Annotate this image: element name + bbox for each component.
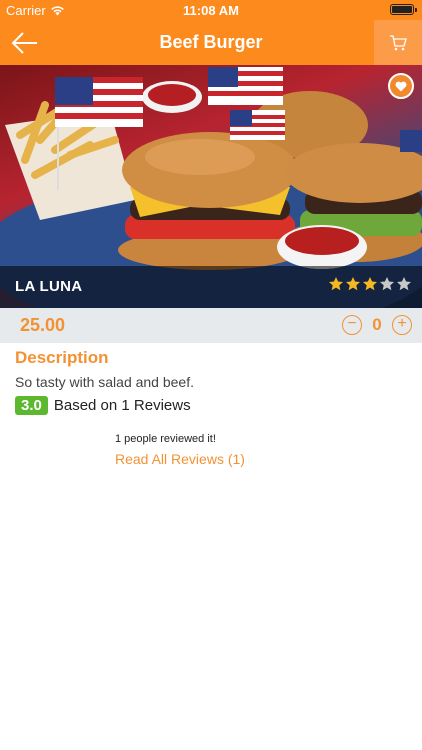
cart-button[interactable] — [374, 20, 422, 65]
star-filled-icon — [346, 277, 360, 291]
review-count-text: 1 people reviewed it! — [115, 433, 216, 445]
star-empty-icon — [380, 277, 394, 291]
status-time: 11:08 AM — [183, 3, 239, 18]
description-heading: Description — [15, 348, 109, 367]
price-label: 25.00 — [20, 315, 66, 335]
star-rating — [328, 276, 412, 292]
star-empty-icon — [397, 277, 411, 291]
status-bar: Carrier 11:08 AM — [0, 0, 422, 20]
quantity-value: 0 — [372, 315, 382, 334]
rating-score-badge: 3.0 — [15, 396, 48, 415]
rating-summary: 3.0 Based on 1 Reviews — [15, 396, 407, 415]
nav-bar: Beef Burger — [0, 20, 422, 65]
star-filled-icon — [363, 277, 377, 291]
favorite-button[interactable] — [388, 73, 414, 99]
increase-quantity-button[interactable]: + — [392, 315, 412, 335]
page-title: Beef Burger — [159, 32, 263, 52]
star-filled-icon — [329, 277, 343, 291]
decrease-quantity-button[interactable]: − — [342, 315, 362, 335]
battery-icon — [390, 4, 417, 15]
food-image: LA LUNA — [0, 65, 422, 308]
description-text: So tasty with salad and beef. — [15, 374, 194, 390]
rating-summary-text: Based on 1 Reviews — [53, 397, 191, 414]
details-section: Description So tasty with salad and beef… — [0, 343, 422, 467]
price-bar: 25.00 − 0 + — [0, 308, 422, 343]
restaurant-name: LA LUNA — [15, 278, 83, 295]
quantity-stepper: − 0 + — [342, 315, 412, 335]
image-caption: LA LUNA — [0, 266, 422, 308]
heart-icon — [395, 81, 407, 91]
cart-icon — [390, 34, 407, 50]
read-all-reviews-link[interactable]: Read All Reviews (1) — [115, 451, 407, 467]
